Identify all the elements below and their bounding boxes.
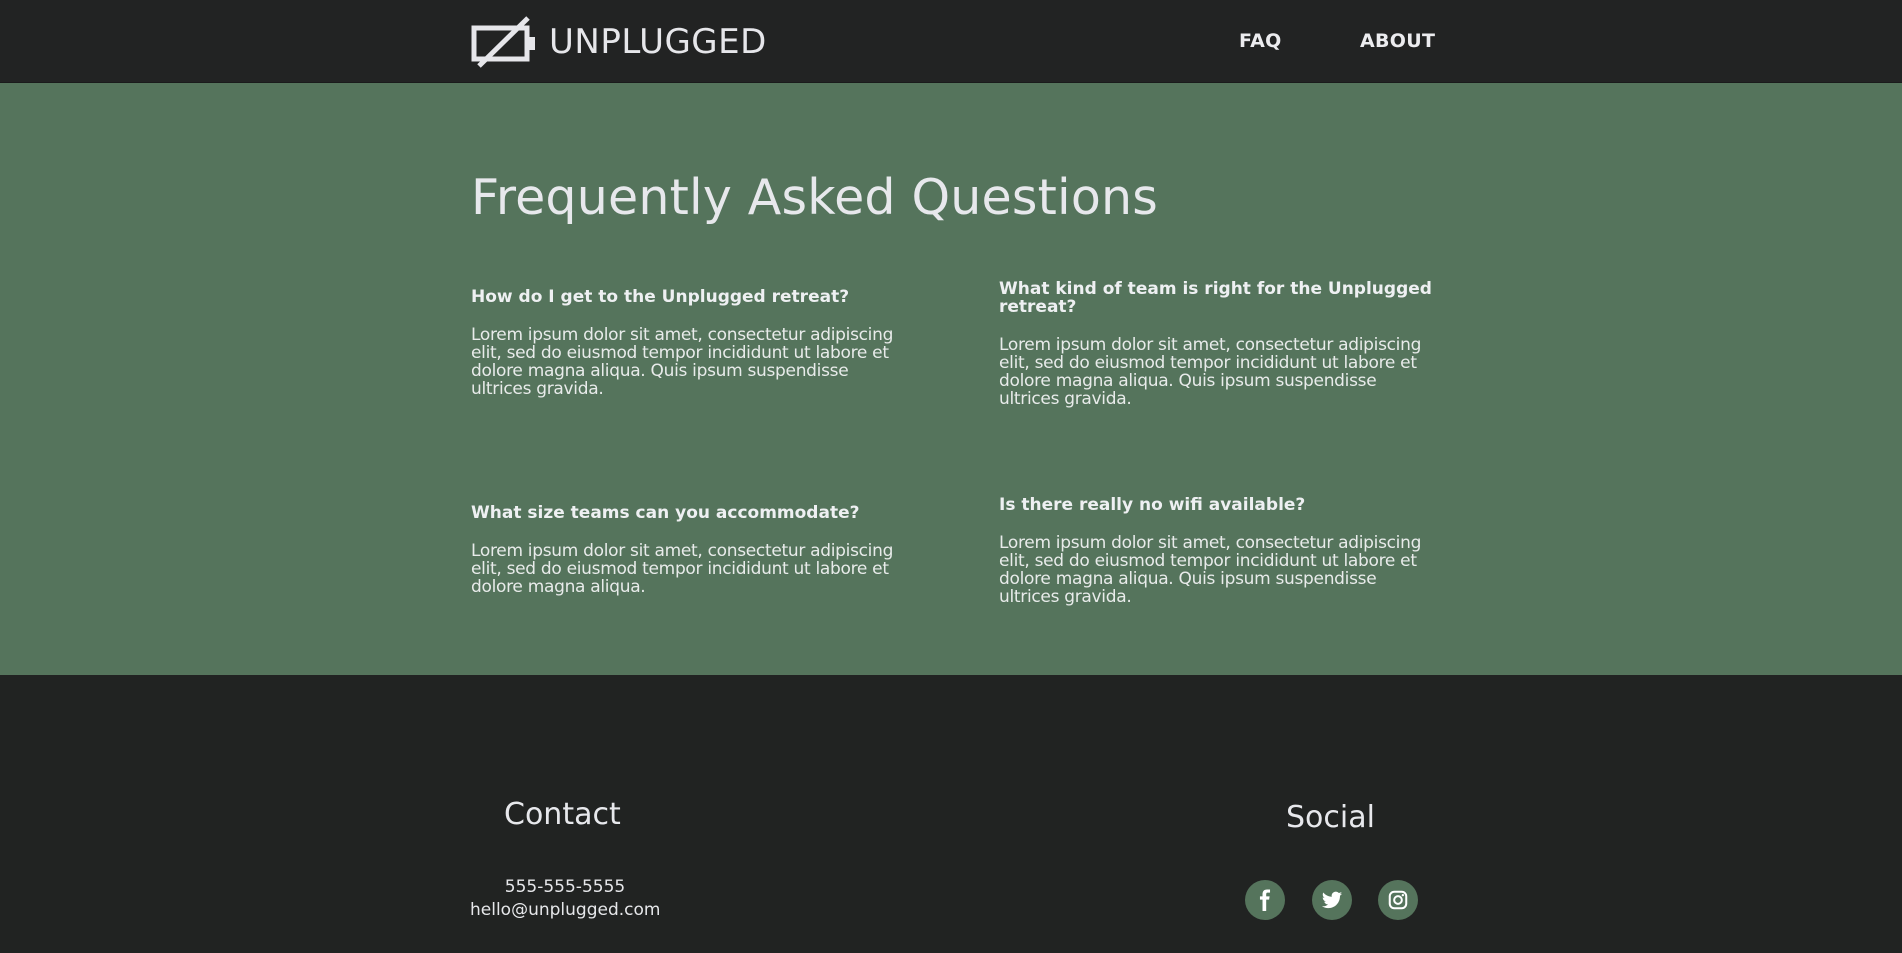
contact-phone: 555-555-5555	[504, 877, 626, 897]
facebook-link[interactable]	[1245, 880, 1285, 920]
facebook-icon	[1259, 889, 1271, 911]
faq-question: Is there really no wifi available?	[999, 495, 1306, 515]
contact-email-link[interactable]: hello@unplugged.com	[470, 900, 660, 920]
faq-item: What kind of team is right for the Unplu…	[999, 280, 1439, 408]
twitter-link[interactable]	[1312, 880, 1352, 920]
faq-item: How do I get to the Unplugged retreat? L…	[471, 288, 911, 398]
faq-answer: Lorem ipsum dolor sit amet, consectetur …	[471, 541, 894, 597]
faq-answer: Lorem ipsum dolor sit amet, consectetur …	[471, 325, 894, 399]
faq-question: What kind of team is right for the Unplu…	[999, 279, 1432, 317]
faq-item: What size teams can you accommodate? Lor…	[471, 504, 911, 596]
logo-link[interactable]: UNPLUGGED	[471, 16, 767, 68]
nav-link-about[interactable]: ABOUT	[1360, 30, 1435, 52]
site-footer: Contact 555-555-5555 hello@unplugged.com…	[0, 675, 1902, 953]
faq-item: Is there really no wifi available? Lorem…	[999, 496, 1439, 606]
contact-heading: Contact	[504, 797, 621, 832]
page-title: Frequently Asked Questions	[471, 169, 1158, 226]
faq-question: What size teams can you accommodate?	[471, 503, 860, 523]
instagram-link[interactable]	[1378, 880, 1418, 920]
nav-link-faq[interactable]: FAQ	[1239, 30, 1282, 52]
faq-answer: Lorem ipsum dolor sit amet, consectetur …	[999, 335, 1422, 409]
site-header: UNPLUGGED FAQ ABOUT	[0, 0, 1902, 83]
faq-answer: Lorem ipsum dolor sit amet, consectetur …	[999, 533, 1422, 607]
battery-off-icon	[471, 16, 535, 68]
twitter-icon	[1321, 891, 1343, 909]
social-heading: Social	[1286, 800, 1375, 835]
faq-question: How do I get to the Unplugged retreat?	[471, 287, 850, 307]
logo-text: UNPLUGGED	[549, 22, 767, 62]
instagram-icon	[1388, 890, 1408, 910]
faq-section: Frequently Asked Questions How do I get …	[0, 83, 1902, 675]
